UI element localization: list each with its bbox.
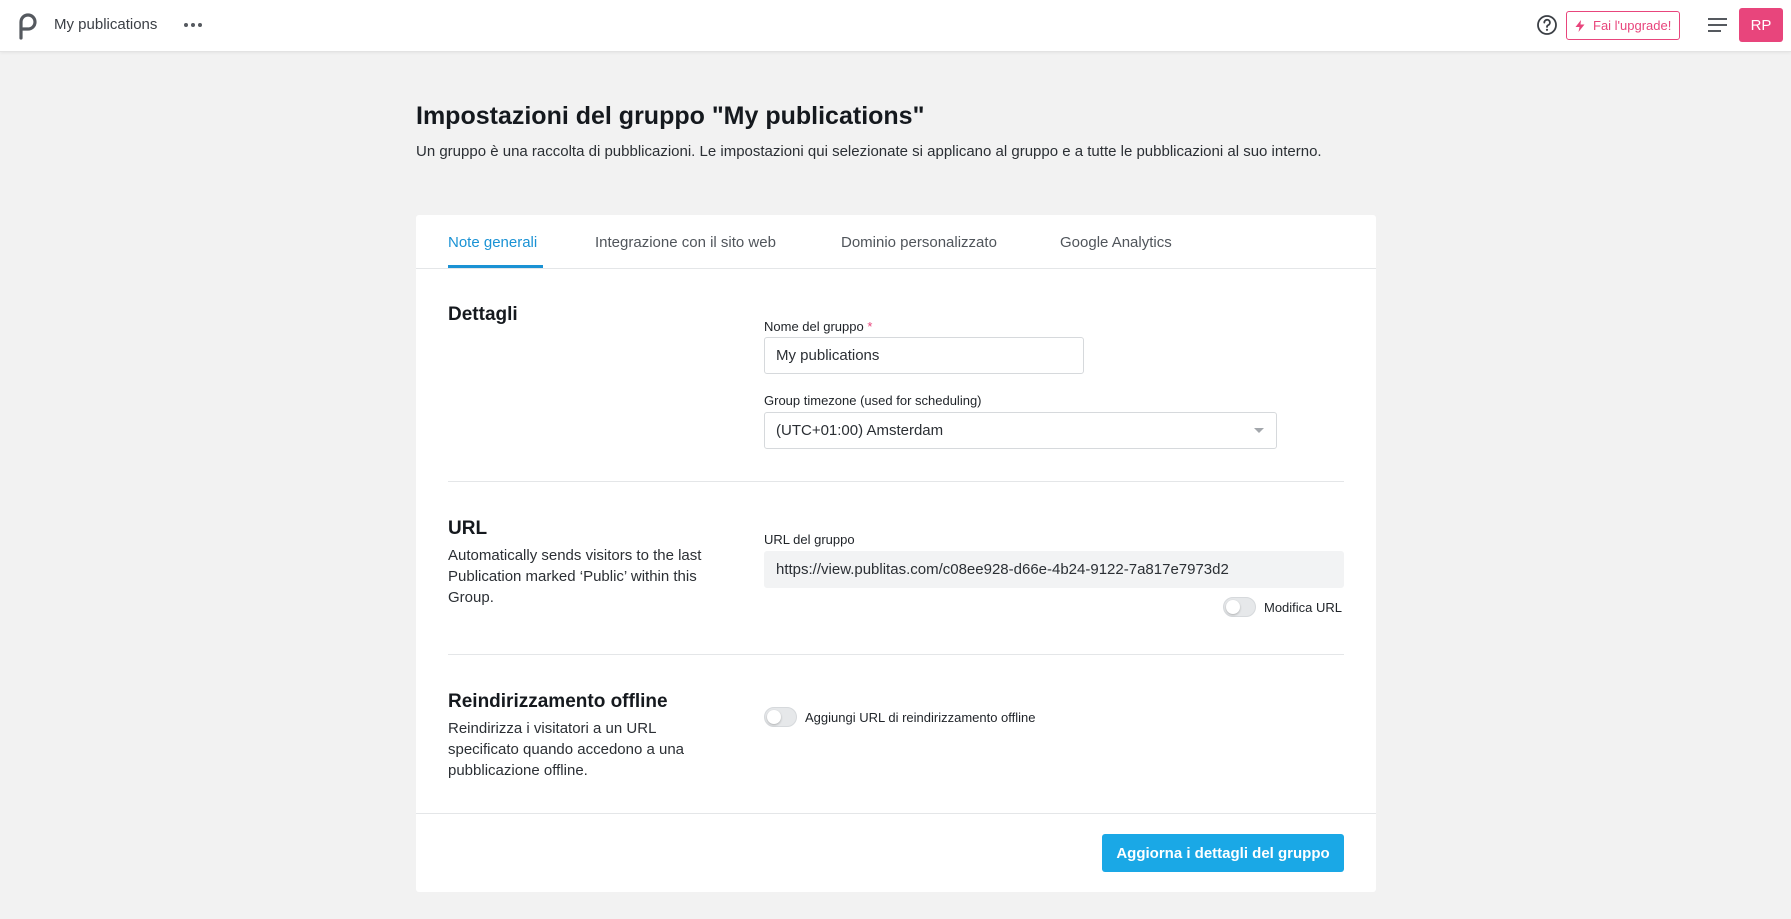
edit-url-toggle[interactable] (1223, 597, 1256, 617)
offline-section-title: Reindirizzamento offline (448, 691, 668, 712)
timezone-value: (UTC+01:00) Amsterdam (776, 422, 944, 439)
page-description: Un gruppo è una raccolta di pubblicazion… (416, 143, 1322, 160)
timezone-label: Group timezone (used for scheduling) (764, 393, 982, 408)
top-bar: My publications Fai l'upgrade! RP (0, 0, 1791, 52)
url-section-description: Automatically sends visitors to the last… (448, 547, 702, 606)
publitas-logo-icon[interactable] (16, 12, 38, 40)
tab-bar: Note generali Integrazione con il sito w… (416, 215, 1376, 269)
group-url-label: URL del gruppo (764, 532, 855, 547)
tab-dominio-personalizzato[interactable]: Dominio personalizzato (841, 234, 997, 251)
upgrade-label: Fai l'upgrade! (1593, 18, 1672, 33)
timezone-select[interactable]: (UTC+01:00) Amsterdam (764, 412, 1277, 449)
tab-note-generali[interactable]: Note generali (448, 234, 537, 251)
offline-redirect-label: Aggiungi URL di reindirizzamento offline (805, 710, 1036, 725)
footer-divider (416, 813, 1376, 814)
section-divider (448, 654, 1344, 655)
offline-redirect-toggle[interactable] (764, 707, 797, 727)
group-name-label: Nome del gruppo * (764, 319, 872, 334)
lightning-icon (1575, 19, 1585, 32)
hamburger-menu-icon[interactable] (1706, 15, 1730, 35)
tab-google-analytics[interactable]: Google Analytics (1060, 234, 1172, 251)
offline-section-description: Reindirizza i visitatori a un URL specif… (448, 720, 685, 779)
chevron-down-icon (1254, 428, 1264, 433)
required-mark: * (867, 319, 873, 334)
active-tab-indicator (448, 265, 543, 268)
user-avatar[interactable]: RP (1739, 8, 1783, 42)
settings-card: Note generali Integrazione con il sito w… (416, 215, 1376, 892)
upgrade-button[interactable]: Fai l'upgrade! (1566, 11, 1681, 40)
details-section-title: Dettagli (448, 304, 518, 325)
more-horizontal-icon[interactable] (182, 14, 204, 36)
group-url-field[interactable]: https://view.publitas.com/c08ee928-d66e-… (764, 551, 1344, 588)
group-name-input[interactable]: My publications (764, 337, 1084, 374)
url-section-title: URL (448, 518, 488, 539)
section-divider (448, 481, 1344, 482)
page-title: Impostazioni del gruppo "My publications… (416, 102, 925, 130)
group-name-label-text: Nome del gruppo (764, 319, 864, 334)
app-title[interactable]: My publications (54, 16, 157, 33)
edit-url-label: Modifica URL (1264, 600, 1343, 615)
tab-integrazione-sito-web[interactable]: Integrazione con il sito web (595, 234, 776, 251)
help-circle-icon[interactable] (1536, 14, 1558, 36)
update-group-button[interactable]: Aggiorna i dettagli del gruppo (1102, 834, 1344, 872)
